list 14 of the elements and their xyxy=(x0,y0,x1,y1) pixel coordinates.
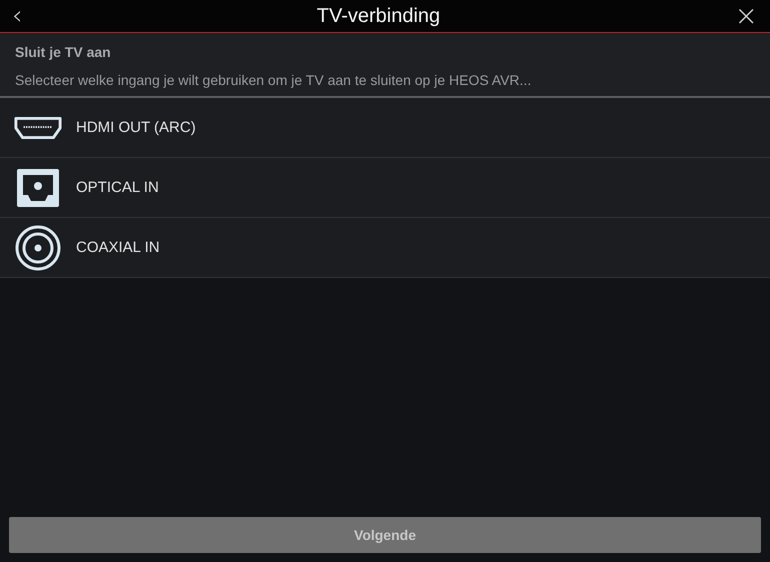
coaxial-port-icon xyxy=(15,224,61,270)
input-option[interactable]: HDMI OUT (ARC) xyxy=(0,98,770,158)
close-button[interactable]: × xyxy=(730,2,762,30)
window-title: TV-verbinding xyxy=(316,4,440,28)
section-heading: Sluit je TV aan xyxy=(15,44,112,60)
hdmi-port-icon xyxy=(13,114,63,140)
optical-port-icon xyxy=(15,166,61,208)
back-button[interactable]: ‹ xyxy=(8,2,26,30)
option-label: HDMI OUT (ARC) xyxy=(76,119,196,136)
option-label: COAXIAL IN xyxy=(76,239,160,256)
option-label: OPTICAL IN xyxy=(76,179,159,196)
instruction-text: Selecteer welke ingang je wilt gebruiken om je TV aan te sluiten op je HEOS AVR... xyxy=(15,72,532,88)
input-option[interactable]: OPTICAL IN xyxy=(0,158,770,218)
input-option[interactable]: COAXIAL IN xyxy=(0,218,770,278)
